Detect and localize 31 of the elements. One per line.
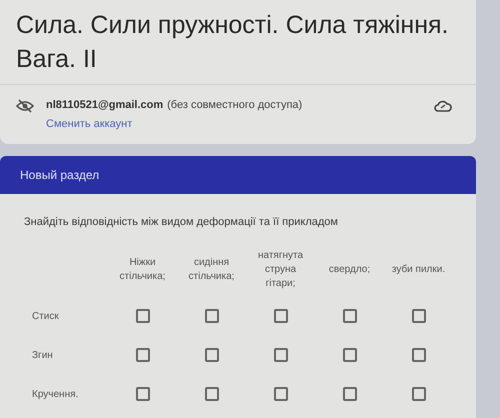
checkbox[interactable] bbox=[342, 348, 356, 362]
checkbox[interactable] bbox=[204, 348, 218, 362]
sharing-status: (без совместного доступа) bbox=[167, 98, 302, 113]
checkbox[interactable] bbox=[412, 348, 426, 362]
account-email: nl8110521@gmail.com bbox=[46, 98, 164, 113]
checkbox[interactable] bbox=[412, 387, 426, 401]
row-label: Згин bbox=[32, 348, 53, 362]
checkbox[interactable] bbox=[412, 309, 426, 323]
question-text: Знайдіть відповідність між видом деформації та її прикладом bbox=[24, 215, 339, 230]
switch-account-link[interactable]: Сменить аккаунт bbox=[46, 116, 422, 132]
row-label: Кручення. bbox=[32, 388, 78, 402]
checkbox[interactable] bbox=[136, 348, 150, 362]
eye-off-icon bbox=[16, 99, 34, 113]
checkbox[interactable] bbox=[274, 348, 288, 362]
column-header: зуби пилки. bbox=[392, 262, 446, 276]
column-header: сидіння стільчика; bbox=[188, 256, 236, 284]
column-header: натягнута струна гітари; bbox=[256, 248, 304, 290]
checkbox[interactable] bbox=[204, 309, 218, 323]
checkbox[interactable] bbox=[136, 387, 150, 401]
checkbox[interactable] bbox=[136, 309, 150, 323]
column-header: свердло; bbox=[328, 262, 370, 276]
column-header: Ніжки стільчика; bbox=[118, 256, 166, 284]
row-label: Стиск bbox=[32, 310, 59, 324]
checkbox[interactable] bbox=[342, 387, 356, 401]
checkbox[interactable] bbox=[274, 309, 288, 323]
cloud-icon bbox=[434, 99, 452, 113]
checkbox[interactable] bbox=[204, 387, 218, 401]
checkbox[interactable] bbox=[274, 387, 288, 401]
form-title: Сила. Сили пружності. Сила тяжіння. Вага. ІІ bbox=[16, 10, 450, 75]
section-header: Новый раздел bbox=[0, 156, 476, 194]
checkbox[interactable] bbox=[342, 309, 356, 323]
